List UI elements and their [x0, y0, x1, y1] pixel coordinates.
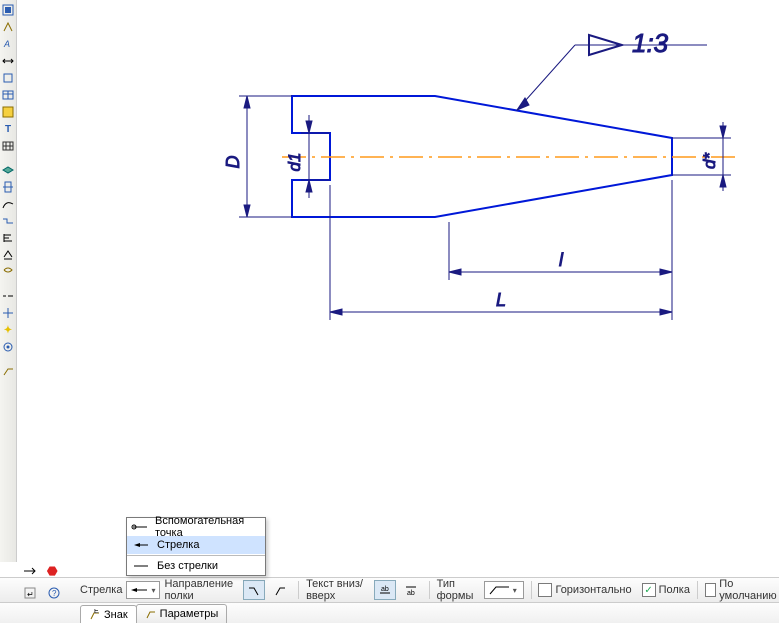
svg-text:↵: ↵: [27, 590, 34, 599]
left-toolbar: A T ✦: [0, 0, 17, 562]
arrow-type-selector[interactable]: ▾: [126, 581, 160, 599]
dim-d1-text: d1: [285, 153, 304, 172]
apply-button[interactable]: [19, 561, 41, 581]
text-dir-label: Текст вниз/вверх: [306, 578, 370, 602]
chevron-down-icon: ▾: [151, 586, 155, 595]
tool-segment-icon[interactable]: A: [0, 36, 16, 52]
dim-D-text: D: [223, 156, 243, 169]
tool-rough-icon[interactable]: [0, 70, 16, 86]
no-arrow-icon: [131, 561, 151, 571]
shelf-dir-label: Направление полки: [164, 578, 239, 602]
svg-text:?: ?: [52, 589, 57, 598]
tab-params[interactable]: Параметры: [136, 604, 228, 623]
tool-arc-icon[interactable]: [0, 247, 16, 263]
svg-text:A: A: [3, 39, 10, 49]
tool-point-icon[interactable]: [0, 19, 16, 35]
tool-center-icon[interactable]: [0, 305, 16, 321]
text-down-button[interactable]: ab: [400, 580, 422, 600]
dropdown-item-label: Стрелка: [157, 539, 199, 551]
taper-ratio-text: 1:3: [632, 28, 669, 58]
dim-dstar-text: d*: [700, 152, 719, 169]
dropdown-item-label: Вспомогательная точка: [155, 515, 261, 539]
tool-break-icon[interactable]: [0, 213, 16, 229]
dropdown-item-label: Без стрелки: [157, 560, 218, 572]
svg-text:ab: ab: [381, 586, 389, 593]
shape-type-selector[interactable]: ▾: [484, 581, 524, 599]
arrow-type-dropdown: Вспомогательная точка Стрелка Без стрелк…: [126, 517, 266, 576]
tab-label: Параметры: [160, 608, 219, 620]
dropdown-item-no-arrow[interactable]: Без стрелки: [127, 557, 265, 575]
shelf-dir-left-button[interactable]: [243, 580, 265, 600]
tool-param-icon[interactable]: [0, 339, 16, 355]
tool-table-icon[interactable]: [0, 87, 16, 103]
tool-text-icon[interactable]: T: [0, 121, 16, 137]
horizontal-checkbox[interactable]: Горизонтально: [538, 583, 631, 597]
tab-label: Знак: [104, 609, 128, 621]
command-buttons: ⬣ ↵ ?: [17, 559, 81, 601]
svg-text:ab: ab: [407, 590, 415, 597]
tool-hatch-icon[interactable]: [0, 104, 16, 120]
tool-view-icon[interactable]: [0, 179, 16, 195]
auto-create-button[interactable]: ↵: [19, 583, 41, 603]
arrow-label: Стрелка: [80, 584, 122, 596]
stop-button[interactable]: ⬣: [43, 561, 61, 581]
dim-L-text: L: [496, 290, 506, 310]
dim-l-text: l: [559, 250, 564, 270]
help-button[interactable]: ?: [43, 583, 65, 603]
tab-sign[interactable]: E Знак: [80, 605, 137, 623]
tool-dim-icon[interactable]: [0, 53, 16, 69]
tool-spline-icon[interactable]: [0, 264, 16, 280]
arrow-icon: [131, 540, 151, 550]
shape-type-label: Тип формы: [437, 578, 480, 602]
property-tabs: E Знак Параметры: [0, 602, 779, 623]
bottom-panel: ⬣ ↵ ? Стрелка ▾ Направление полки Текст …: [0, 577, 779, 623]
chevron-down-icon: ▾: [513, 586, 517, 595]
tool-dash-icon[interactable]: [0, 288, 16, 304]
default-checkbox[interactable]: По умолчанию: [705, 578, 779, 602]
drawing-canvas[interactable]: D d1 d* l L 1:3: [17, 0, 779, 560]
tool-bezier-icon[interactable]: [0, 196, 16, 212]
aux-point-icon: [131, 522, 149, 532]
shelf-dir-right-button[interactable]: [269, 580, 291, 600]
dropdown-item-aux-point[interactable]: Вспомогательная точка: [127, 518, 265, 536]
shelf-checkbox[interactable]: ✓Полка: [642, 583, 690, 597]
text-up-button[interactable]: ab: [374, 580, 396, 600]
stop-icon: ⬣: [47, 564, 57, 578]
sign-tab-icon: E: [89, 609, 101, 621]
tool-align-icon[interactable]: [0, 230, 16, 246]
tool-marker-icon[interactable]: ✦: [0, 322, 16, 338]
tool-grid-icon[interactable]: [0, 138, 16, 154]
params-tab-icon: [145, 608, 157, 620]
tool-leader-icon[interactable]: [0, 363, 16, 379]
tool-layers-icon[interactable]: [0, 162, 16, 178]
properties-bar: Стрелка ▾ Направление полки Текст вниз/в…: [0, 577, 779, 602]
tool-wizard-icon[interactable]: [0, 2, 16, 18]
svg-text:E: E: [94, 609, 99, 615]
